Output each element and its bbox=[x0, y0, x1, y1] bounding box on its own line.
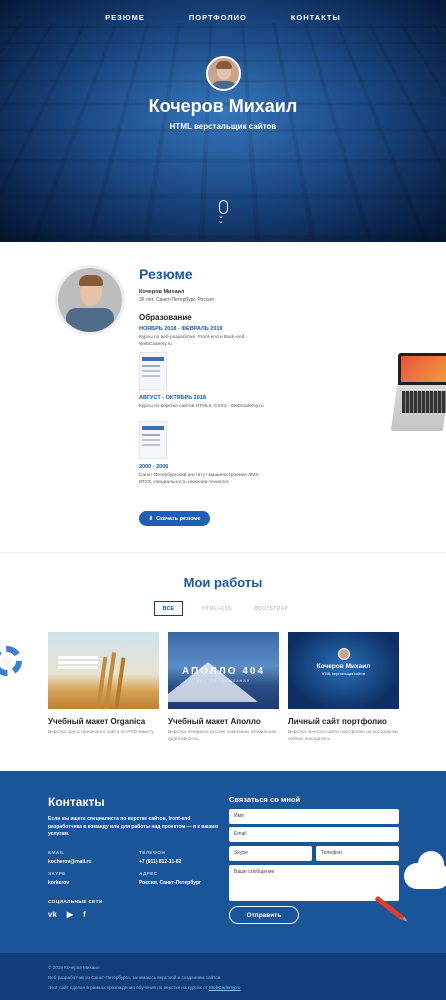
phone-field[interactable]: Телефон bbox=[316, 846, 399, 861]
footer-text: Веб-разработчик из Санкт-Петербурга, зан… bbox=[48, 975, 222, 980]
contacts-lead: Если вы ищете специалиста по верстке сай… bbox=[48, 816, 218, 837]
portfolio-card[interactable]: Учебный макет Organica Верстка одностран… bbox=[48, 632, 159, 736]
certificate-image[interactable] bbox=[139, 421, 167, 459]
nav-portfolio[interactable]: ПОРТФОЛИО bbox=[189, 13, 247, 22]
chevron-down-icon: ⌄ bbox=[218, 218, 224, 225]
education-date: НОЯБРЬ 2018 - ФЕВРАЛЬ 2019 bbox=[139, 326, 223, 332]
laptop-image bbox=[390, 353, 446, 433]
footer-link[interactable]: WebCademy.ru bbox=[209, 985, 241, 990]
scroll-mouse-icon[interactable] bbox=[219, 200, 228, 214]
card-title[interactable]: Личный сайт портфолио bbox=[288, 717, 399, 726]
social-label: СОЦИАЛЬНЫЕ СЕТИ bbox=[48, 900, 103, 905]
message-field[interactable]: Ваше сообщение bbox=[229, 865, 399, 901]
card-title[interactable]: Учебный макет Organica bbox=[48, 717, 159, 726]
email-value[interactable]: kocherov@mail.ru bbox=[48, 859, 92, 865]
card-desc: Верстка личного сайта портфолио на котор… bbox=[288, 730, 399, 742]
portfolio-card[interactable]: Кочеров Михаил HTML верстальщик сайтов Л… bbox=[288, 632, 399, 743]
nav-resume[interactable]: РЕЗЮМЕ bbox=[105, 13, 145, 22]
skype-label: SKYPE bbox=[48, 872, 66, 877]
resume-title: Резюме bbox=[139, 266, 193, 282]
education-desc: Санкт-Петербургский институт машинострое… bbox=[139, 473, 260, 485]
filter-html-css[interactable]: HTML+CSS bbox=[197, 601, 237, 616]
filter-bootstrap[interactable]: BOOTSTRAP bbox=[251, 601, 291, 616]
address-label: АДРЕС bbox=[139, 872, 158, 877]
person-name: Кочеров Михаил bbox=[139, 289, 185, 295]
resume-photo bbox=[58, 268, 122, 332]
copyright: © 2018 Кочеров Михаил bbox=[48, 965, 100, 970]
card-title[interactable]: Учебный макет Аполло bbox=[168, 717, 279, 726]
youtube-icon[interactable]: ▶ bbox=[67, 910, 73, 919]
address-value: Россия, Санкт-Петербург bbox=[139, 880, 202, 886]
download-resume-button[interactable]: ⬇ Скачать резюме bbox=[139, 511, 210, 526]
works-title: Мои работы bbox=[183, 575, 263, 590]
education-desc: Курсы по веб-разработке. Front-end и Bac… bbox=[139, 335, 248, 347]
phone-label: ТЕЛЕФОН bbox=[139, 851, 166, 856]
nav-contacts[interactable]: КОНТАКТЫ bbox=[291, 13, 341, 22]
skype-value[interactable]: korkerov bbox=[48, 880, 69, 886]
send-button[interactable]: Отправить bbox=[229, 906, 299, 924]
email-label: EMAIL bbox=[48, 851, 65, 856]
facebook-icon[interactable]: f bbox=[83, 910, 86, 919]
portfolio-thumbnail[interactable] bbox=[48, 632, 159, 709]
footer-text: Этот сайт сделан в рамках прохождения об… bbox=[48, 985, 241, 990]
phone-value[interactable]: +7 (911) 812-11-82 bbox=[139, 859, 181, 865]
top-nav: РЕЗЮМЕ ПОРТФОЛИО КОНТАКТЫ bbox=[0, 13, 446, 22]
education-date: АВГУСТ - ОКТЯБРЬ 2018 bbox=[139, 395, 206, 401]
contacts-title: Контакты bbox=[48, 795, 105, 809]
download-resume-label: Скачать резюме bbox=[156, 515, 201, 522]
social-links: vk ▶ f bbox=[48, 910, 86, 919]
portfolio-thumbnail[interactable]: Кочеров Михаил HTML верстальщик сайтов bbox=[288, 632, 399, 709]
education-desc: Курсы по верстке сайтов HTML5, CSS3 - We… bbox=[139, 404, 264, 409]
person-info: 36 лет, Санкт-Петербург, Россия bbox=[139, 297, 214, 303]
education-date: 2000 - 2006 bbox=[139, 464, 169, 470]
hero-name: Кочеров Михаил bbox=[148, 96, 298, 116]
form-title: Связаться со мной bbox=[229, 795, 301, 804]
avatar bbox=[206, 56, 241, 91]
section-divider bbox=[0, 552, 446, 553]
vk-icon[interactable]: vk bbox=[48, 910, 57, 919]
skype-field[interactable]: Skype bbox=[229, 846, 312, 861]
hero-section: РЕЗЮМЕ ПОРТФОЛИО КОНТАКТЫ Кочеров Михаил… bbox=[0, 0, 446, 242]
cloud-icon bbox=[404, 849, 446, 891]
hero-subtitle: HTML верстальщик сайтов bbox=[169, 122, 277, 131]
name-field[interactable]: Имя bbox=[229, 809, 399, 824]
portfolio-thumbnail[interactable]: АПОЛЛО 404 ХОСТИНГ КОМПАНИЯ bbox=[168, 632, 279, 709]
education-title: Образование bbox=[139, 313, 192, 322]
card-desc: Верстка лендинга хостинг компании. Мобил… bbox=[168, 730, 277, 742]
portfolio-filters: ВСЕ HTML+CSS BOOTSTRAP bbox=[154, 601, 291, 616]
contacts-section: Контакты Если вы ищете специалиста по ве… bbox=[0, 771, 446, 953]
portfolio-card[interactable]: АПОЛЛО 404 ХОСТИНГ КОМПАНИЯ Учебный маке… bbox=[168, 632, 279, 743]
footer: © 2018 Кочеров Михаил Веб-разработчик из… bbox=[0, 953, 446, 1000]
gear-icon bbox=[0, 646, 22, 676]
card-desc: Верстка одностраничного сайта по PSD мак… bbox=[48, 730, 155, 735]
certificate-image[interactable] bbox=[139, 352, 167, 390]
download-icon: ⬇ bbox=[148, 515, 154, 522]
email-field[interactable]: Email bbox=[229, 827, 399, 842]
filter-all[interactable]: ВСЕ bbox=[154, 601, 183, 616]
